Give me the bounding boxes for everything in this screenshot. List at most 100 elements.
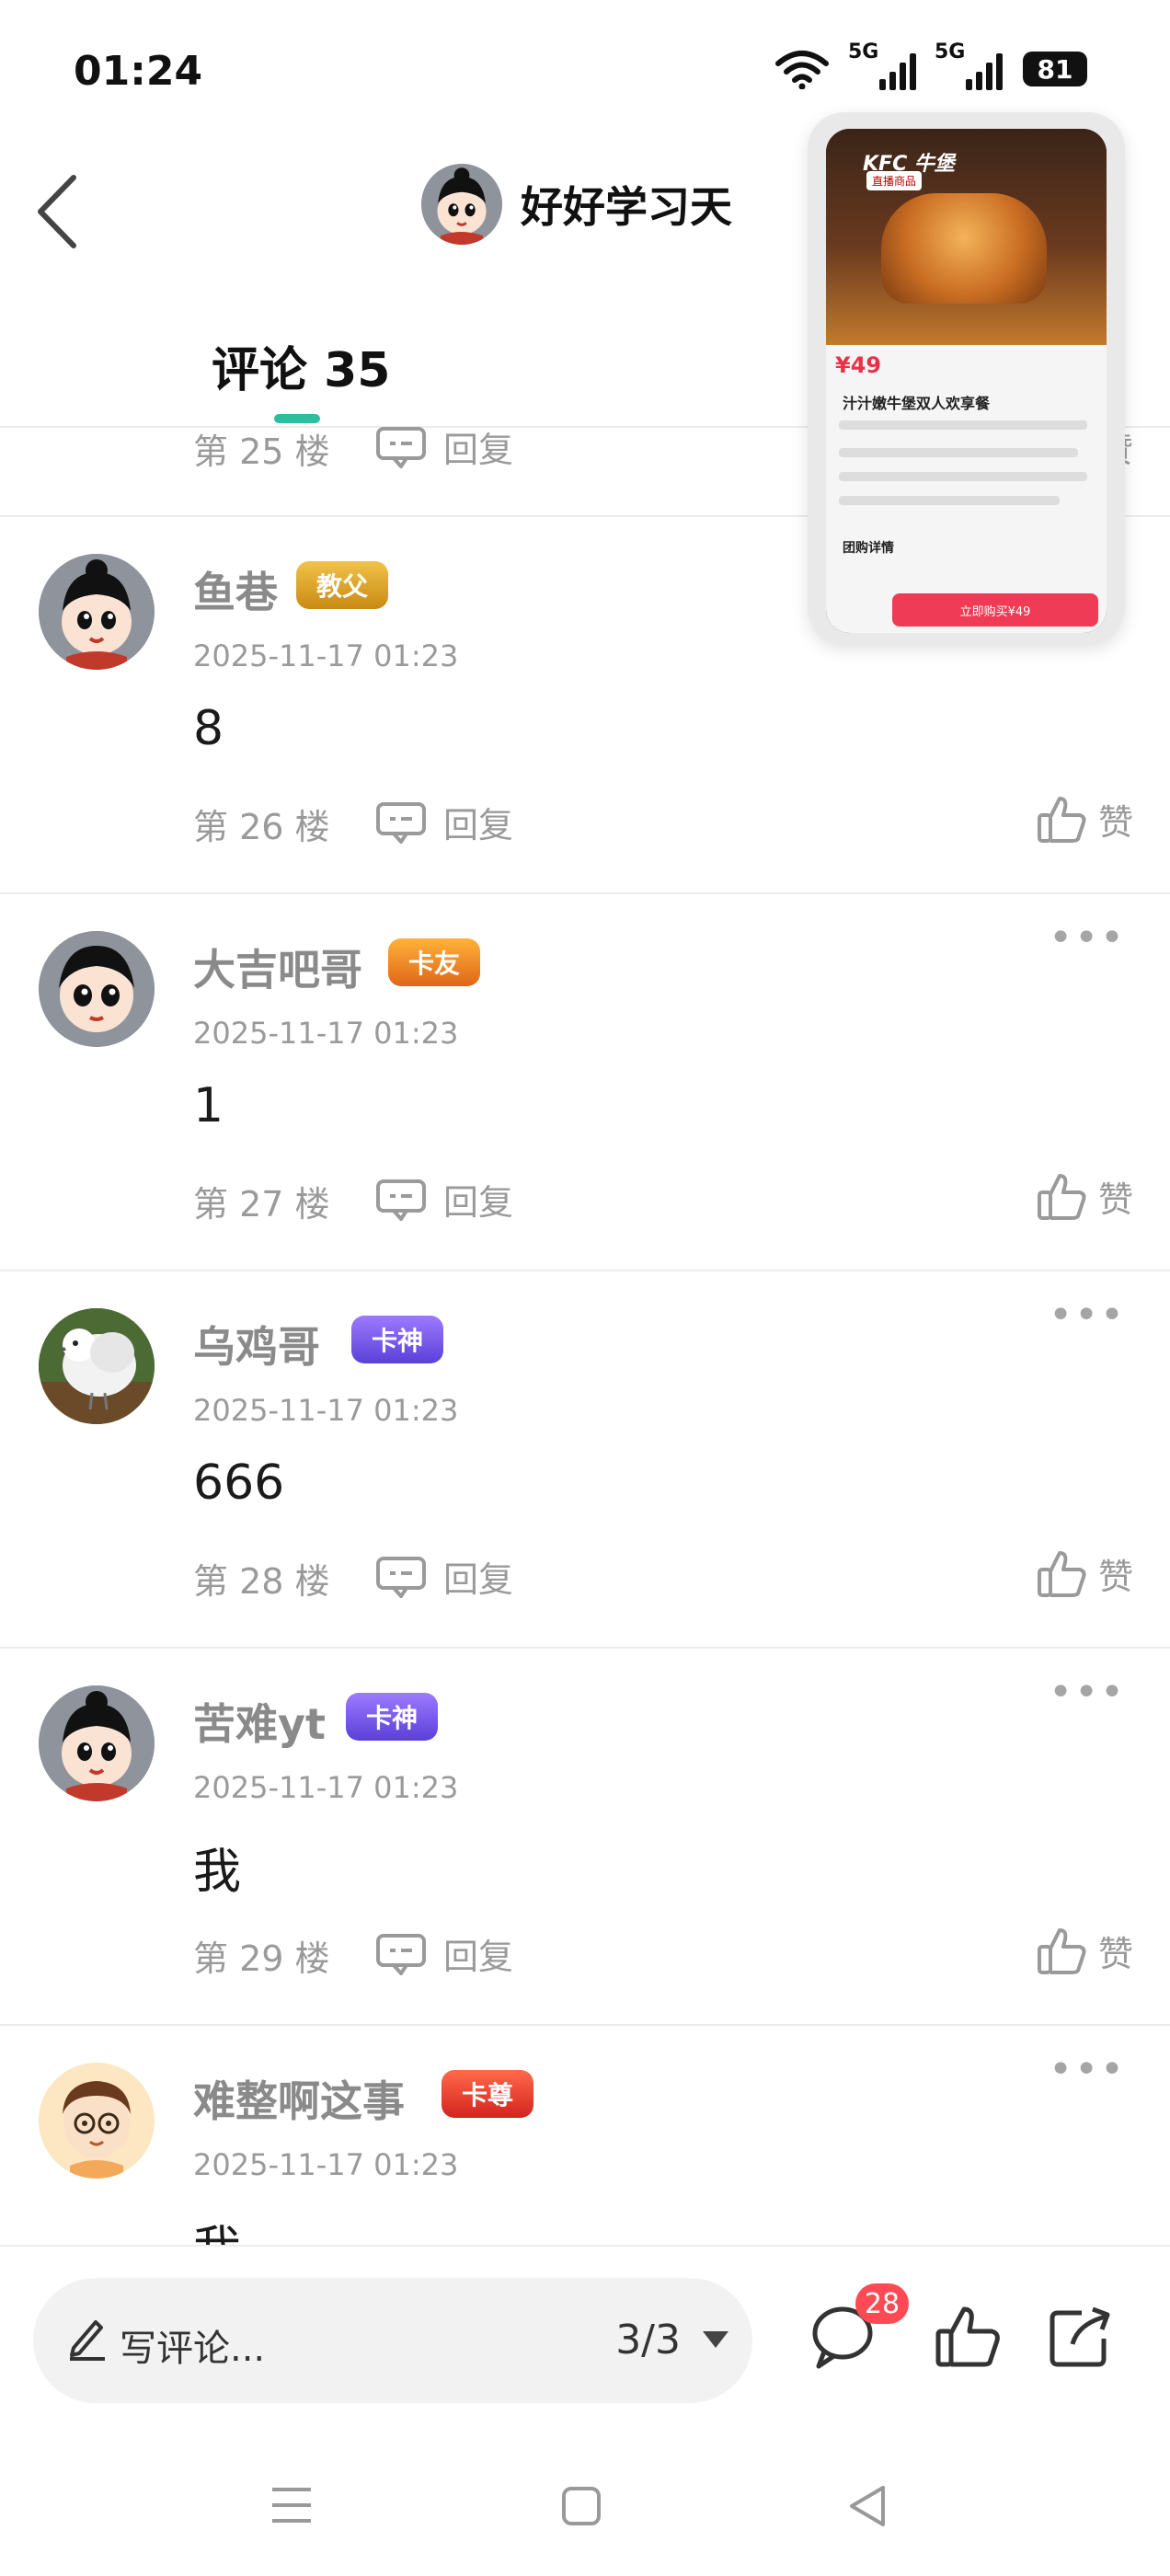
like-button[interactable]: 赞 xyxy=(1036,1925,1133,1976)
level-badge: 卡神 xyxy=(346,1693,439,1741)
like-button[interactable]: 赞 xyxy=(1036,1547,1133,1599)
reply-icon xyxy=(376,1933,426,1975)
promo-detail-label: 团购详情 xyxy=(843,541,894,556)
reply-icon xyxy=(376,426,426,468)
level-badge: 卡神 xyxy=(351,1316,444,1363)
placeholder-line xyxy=(839,496,1060,505)
signal-icon: 5G xyxy=(935,40,1003,90)
burger-image xyxy=(881,193,1047,304)
placeholder-line xyxy=(839,472,1087,481)
signal-label: 5G xyxy=(848,40,879,63)
user-name[interactable]: 鱼巷 xyxy=(193,559,278,620)
signal-label: 5G xyxy=(935,40,966,63)
bottom-action-bar: 写评论... 3/3 28 xyxy=(0,2245,1170,2449)
reply-button[interactable]: 回复 xyxy=(375,1928,513,1979)
timestamp: 2025-11-17 01:23 xyxy=(193,1393,459,1428)
like-label: 赞 xyxy=(1097,1556,1133,1597)
more-options-icon[interactable]: ••• xyxy=(1049,2046,1126,2093)
user-name[interactable]: 大吉吧哥 xyxy=(193,937,362,997)
more-options-icon[interactable]: ••• xyxy=(1049,914,1126,961)
timestamp: 2025-11-17 01:23 xyxy=(193,638,459,673)
avatar[interactable] xyxy=(39,1685,155,1801)
reply-label: 回复 xyxy=(443,430,514,470)
level-badge: 教父 xyxy=(296,561,389,609)
reply-button[interactable]: 回复 xyxy=(375,1174,513,1225)
promo-sub-label: 直播商品 xyxy=(866,171,923,190)
timestamp: 2025-11-17 01:23 xyxy=(193,1770,459,1805)
timestamp: 2025-11-17 01:23 xyxy=(193,1016,459,1051)
status-icons: 5G 5G 81 xyxy=(774,40,1087,90)
floor-label: 第 27 楼 xyxy=(193,1184,330,1225)
reply-label: 回复 xyxy=(443,805,514,845)
promo-image: KFC 牛堡 直播商品 xyxy=(826,129,1107,345)
like-label: 赞 xyxy=(1097,1933,1133,1974)
user-name[interactable]: 乌鸡哥 xyxy=(193,1314,320,1374)
comment-item: 大吉吧哥 卡友 ••• 2025-11-17 01:23 1 第 27 楼 回复… xyxy=(0,894,1170,1270)
avatar[interactable] xyxy=(421,164,502,245)
comment-count-badge: 28 xyxy=(855,2283,909,2324)
comment-item: 乌鸡哥 卡神 ••• 2025-11-17 01:23 666 第 28 楼 回… xyxy=(0,1271,1170,1647)
thumbs-up-icon xyxy=(1037,1928,1086,1974)
like-button[interactable]: 赞 xyxy=(1036,1170,1133,1222)
user-name[interactable]: 难整啊这事 xyxy=(193,2068,405,2129)
thumbs-up-icon xyxy=(1037,1551,1086,1597)
thumbs-up-icon xyxy=(1037,797,1086,843)
chevron-left-icon[interactable] xyxy=(28,170,92,253)
page-indicator[interactable]: 3/3 xyxy=(615,2317,681,2363)
avatar[interactable] xyxy=(39,554,155,670)
floor-label: 第 25 楼 xyxy=(193,431,330,472)
floor-label: 第 26 楼 xyxy=(193,807,330,847)
promo-price: ¥49 xyxy=(835,352,882,378)
comment-text: 1 xyxy=(193,1078,224,1133)
home-icon[interactable] xyxy=(561,2486,602,2526)
comment-text: 666 xyxy=(193,1455,285,1511)
like-button[interactable]: 赞 xyxy=(1036,793,1133,845)
reply-label: 回复 xyxy=(443,1937,514,1977)
caret-down-icon[interactable] xyxy=(703,2331,728,2348)
reply-label: 回复 xyxy=(443,1559,514,1600)
floor-label: 第 29 楼 xyxy=(193,1938,330,1979)
buy-button[interactable]: 立即购买¥49 xyxy=(892,593,1098,627)
reply-button[interactable]: 回复 xyxy=(375,797,513,847)
comment-input[interactable]: 写评论... 3/3 xyxy=(33,2278,752,2403)
share-icon[interactable] xyxy=(1045,2302,1115,2372)
more-options-icon[interactable]: ••• xyxy=(1049,1292,1126,1339)
comment-placeholder: 写评论... xyxy=(120,2328,266,2370)
floating-video-window[interactable]: KFC 牛堡 直播商品 ¥49 汁汁嫩牛堡双人欢享餐 团购详情 立即购买¥49 xyxy=(808,112,1125,644)
promo-body: ¥49 汁汁嫩牛堡双人欢享餐 团购详情 立即购买¥49 xyxy=(826,345,1107,633)
thumbs-up-icon xyxy=(1037,1174,1086,1220)
thumbs-up-icon[interactable] xyxy=(933,2302,1003,2372)
menu-icon[interactable] xyxy=(269,2484,315,2526)
comment-text: 我 xyxy=(193,2210,241,2245)
timestamp: 2025-11-17 01:23 xyxy=(193,2147,459,2182)
comment-item: 难整啊这事 卡尊 ••• 2025-11-17 01:23 我 xyxy=(0,2026,1170,2245)
author-info[interactable]: 好好学习天 xyxy=(421,164,732,245)
placeholder-line xyxy=(839,420,1087,430)
battery-icon: 81 xyxy=(1023,52,1087,86)
floor-label: 第 28 楼 xyxy=(193,1561,330,1602)
signal-icon: 5G xyxy=(848,40,916,90)
back-icon[interactable] xyxy=(846,2484,889,2528)
wifi-icon xyxy=(775,51,829,89)
comment-item: 苦难yt 卡神 ••• 2025-11-17 01:23 我 第 29 楼 回复… xyxy=(0,1649,1170,2024)
system-navigation-bar xyxy=(0,2447,1170,2576)
user-name[interactable]: 苦难yt xyxy=(193,1691,326,1752)
comment-text: 8 xyxy=(193,701,224,756)
like-label: 赞 xyxy=(1097,1179,1133,1220)
reply-button[interactable]: 回复 xyxy=(375,1551,513,1602)
more-options-icon[interactable]: ••• xyxy=(1049,1669,1126,1716)
pencil-icon xyxy=(70,2320,105,2361)
promo-title: 汁汁嫩牛堡双人欢享餐 xyxy=(843,395,991,412)
author-name: 好好学习天 xyxy=(521,182,732,232)
avatar[interactable] xyxy=(39,1308,155,1424)
reply-icon xyxy=(376,801,426,844)
level-badge: 卡尊 xyxy=(442,2070,534,2118)
tab-comments[interactable]: 评论 35 xyxy=(212,331,390,400)
reply-icon xyxy=(376,1556,426,1598)
video-preview[interactable]: KFC 牛堡 直播商品 ¥49 汁汁嫩牛堡双人欢享餐 团购详情 立即购买¥49 xyxy=(826,129,1107,633)
avatar[interactable] xyxy=(39,2063,155,2179)
reply-button[interactable]: 回复 xyxy=(375,421,513,472)
clock: 01:24 xyxy=(74,48,203,95)
like-label: 赞 xyxy=(1097,801,1133,843)
avatar[interactable] xyxy=(39,931,155,1047)
